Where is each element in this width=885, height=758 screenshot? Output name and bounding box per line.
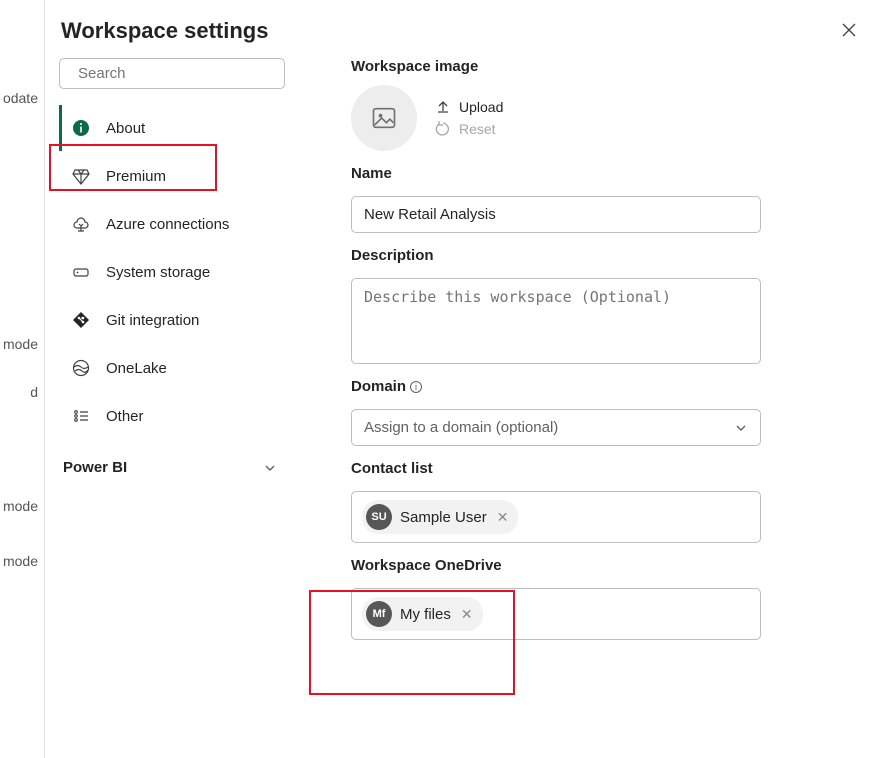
nav-item-label: Git integration [106, 312, 199, 329]
nav-item-label: Premium [106, 168, 166, 185]
name-label: Name [351, 165, 851, 182]
info-icon [70, 118, 92, 138]
upload-button[interactable]: Upload [435, 99, 503, 115]
nav-item-onelake[interactable]: OneLake [59, 345, 291, 391]
search-input[interactable] [59, 58, 285, 89]
description-input[interactable] [351, 278, 761, 364]
chevron-down-icon [263, 461, 277, 475]
storage-icon [70, 262, 92, 282]
close-button[interactable] [837, 18, 861, 42]
onedrive-label: Workspace OneDrive [351, 557, 851, 574]
domain-placeholder: Assign to a domain (optional) [364, 419, 558, 436]
git-icon [70, 310, 92, 330]
panel-title: Workspace settings [61, 18, 268, 44]
image-label: Workspace image [351, 58, 851, 75]
nav-item-other[interactable]: Other [59, 393, 291, 439]
upload-label: Upload [459, 99, 503, 115]
close-icon [841, 22, 857, 38]
nav-item-label: System storage [106, 264, 210, 281]
avatar: SU [366, 504, 392, 530]
chevron-down-icon [734, 421, 748, 435]
bg-text: mode [3, 336, 38, 352]
bg-text: odate [3, 90, 38, 106]
background-stripe: odate mode d mode mode [0, 0, 44, 758]
sidebar-section-powerbi[interactable]: Power BI [59, 451, 291, 476]
image-placeholder [351, 85, 417, 151]
onedrive-input[interactable]: Mf My files ✕ [351, 588, 761, 640]
description-label: Description [351, 247, 851, 264]
other-icon [70, 406, 92, 426]
diamond-icon [70, 166, 92, 186]
reset-label: Reset [459, 121, 496, 137]
nav-list: About Premium Azure connections System stor… [59, 105, 291, 439]
contact-input[interactable]: SU Sample User ✕ [351, 491, 761, 543]
nav-item-label: Other [106, 408, 144, 425]
onedrive-chip: Mf My files ✕ [362, 597, 483, 631]
nav-item-premium[interactable]: Premium [59, 153, 291, 199]
panel-body: About Premium Azure connections System stor… [45, 48, 885, 758]
bg-text: mode [3, 498, 38, 514]
chip-label: Sample User [400, 509, 487, 526]
search-field[interactable] [78, 65, 277, 82]
settings-panel: Workspace settings About Premium Azure con… [44, 0, 885, 758]
nav-item-about[interactable]: About [59, 105, 291, 151]
nav-item-git-integration[interactable]: Git integration [59, 297, 291, 343]
domain-label: Domain [351, 378, 406, 395]
contact-label: Contact list [351, 460, 851, 477]
info-icon[interactable]: i [410, 381, 422, 393]
onelake-icon [70, 358, 92, 378]
reset-button: Reset [435, 121, 503, 137]
upload-icon [435, 99, 451, 115]
section-label: Power BI [63, 459, 127, 476]
image-icon [370, 104, 398, 132]
bg-text: mode [3, 553, 38, 569]
name-input[interactable] [351, 196, 761, 233]
bg-text: d [30, 384, 38, 400]
contact-chip: SU Sample User ✕ [362, 500, 518, 534]
nav-item-system-storage[interactable]: System storage [59, 249, 291, 295]
image-actions: Upload Reset [435, 99, 503, 137]
avatar: Mf [366, 601, 392, 627]
chip-label: My files [400, 606, 451, 623]
nav-item-label: About [106, 120, 145, 137]
domain-select[interactable]: Assign to a domain (optional) [351, 409, 761, 446]
nav-item-label: OneLake [106, 360, 167, 377]
content-area: Workspace image Upload Reset [291, 48, 885, 758]
nav-item-label: Azure connections [106, 216, 229, 233]
nav-item-azure-connections[interactable]: Azure connections [59, 201, 291, 247]
chip-remove-button[interactable]: ✕ [495, 509, 511, 526]
sidebar: About Premium Azure connections System stor… [45, 48, 291, 758]
image-row: Upload Reset [351, 85, 851, 151]
reset-icon [435, 121, 451, 137]
domain-label-row: Domain i [351, 378, 851, 395]
chip-remove-button[interactable]: ✕ [459, 606, 475, 623]
panel-header: Workspace settings [45, 0, 885, 48]
cloud-icon [70, 214, 92, 234]
